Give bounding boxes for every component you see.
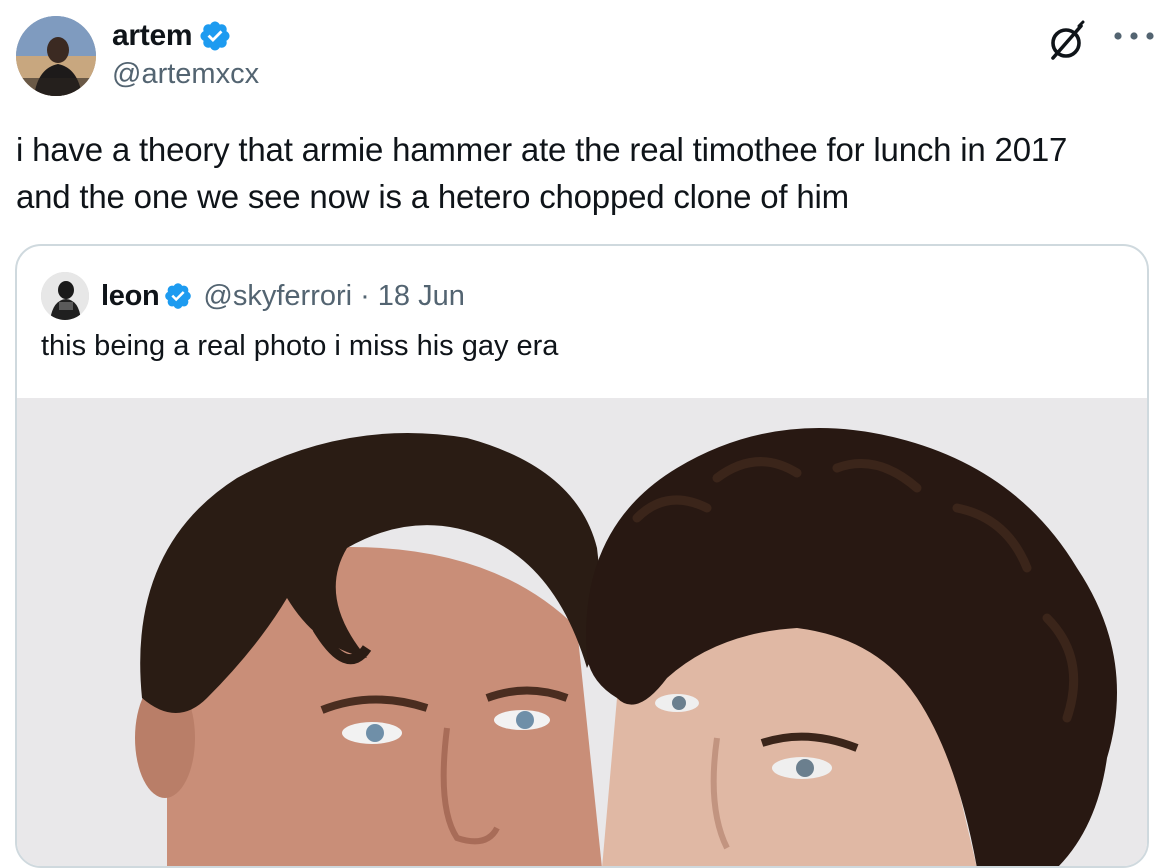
author-avatar[interactable] [16,16,96,96]
more-dots-icon[interactable] [1110,22,1158,52]
quoted-handle[interactable]: @skyferrori [203,280,352,313]
separator-dot: · [360,279,370,312]
tweet-text: i have a theory that armie hammer ate th… [16,126,1166,220]
tweet-text-line: and the one we see now is a hetero chopp… [16,178,849,215]
grok-icon[interactable] [1045,20,1089,64]
verified-badge-icon [163,281,193,311]
quoted-display-name[interactable]: leon [101,280,160,313]
author-handle[interactable]: @artemxcx [112,58,259,91]
quoted-date[interactable]: 18 Jun [378,280,465,313]
author-name-row[interactable]: artem [112,16,232,56]
quoted-photo[interactable] [17,398,1147,866]
quoted-header-row: leon @skyferrori · 18 Jun [101,276,465,316]
tweet-card: artem @artemxcx i have a theory that arm… [0,0,1176,868]
quoted-text: this being a real photo i miss his gay e… [41,330,559,362]
quoted-tweet[interactable]: leon @skyferrori · 18 Jun this being a r… [15,244,1149,868]
tweet-text-line: i have a theory that armie hammer ate th… [16,131,1068,168]
photo-two-people [17,398,1147,866]
quoted-author-avatar[interactable] [41,272,89,320]
author-display-name[interactable]: artem [112,19,193,53]
verified-badge-icon [198,19,232,53]
